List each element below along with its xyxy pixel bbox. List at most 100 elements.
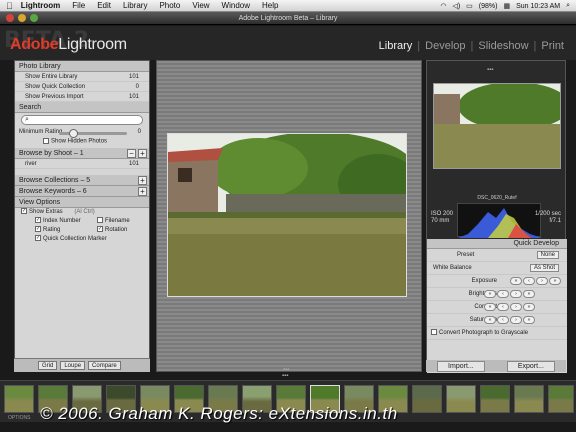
title-bar: Adobe Lightroom Beta – Library bbox=[0, 12, 576, 25]
grid-view-button[interactable]: Grid bbox=[38, 361, 58, 370]
decrease-button[interactable]: ‹ bbox=[497, 303, 509, 311]
module-develop[interactable]: Develop bbox=[425, 40, 465, 52]
filmstrip-thumb[interactable] bbox=[412, 385, 442, 413]
close-button[interactable] bbox=[6, 14, 14, 22]
menu-photo[interactable]: Photo bbox=[159, 1, 180, 10]
apple-icon[interactable]:  bbox=[6, 1, 13, 11]
module-picker: Library | Develop | Slideshow | Print bbox=[378, 40, 564, 52]
filmstrip-thumb[interactable] bbox=[480, 385, 510, 413]
decrease-large-button[interactable]: « bbox=[484, 316, 496, 324]
search-icon[interactable]: ⌕ bbox=[566, 2, 570, 10]
menu-bar:  Lightroom File Edit Library Photo View… bbox=[0, 0, 576, 12]
increase-button[interactable]: › bbox=[510, 290, 522, 298]
exif-right: 1/200 sec f/7.1 bbox=[534, 211, 561, 224]
plus-button[interactable]: + bbox=[138, 176, 147, 185]
shoot-item[interactable]: river 101 bbox=[15, 159, 149, 169]
filename-checkbox[interactable] bbox=[97, 217, 103, 224]
menu-window[interactable]: Window bbox=[222, 1, 250, 10]
rotation-checkbox[interactable]: ✓ bbox=[97, 226, 103, 233]
main-photo[interactable] bbox=[167, 133, 407, 297]
increase-large-button[interactable]: » bbox=[523, 290, 535, 298]
navigator-scale bbox=[433, 179, 561, 189]
decrease-large-button[interactable]: « bbox=[484, 303, 496, 311]
view-mode-bar: Grid Loupe Compare bbox=[14, 358, 150, 372]
filmstrip-thumb[interactable] bbox=[4, 385, 34, 413]
app-logo: AdobeLightroom bbox=[10, 36, 127, 53]
quick-develop-header[interactable]: Quick Develop bbox=[427, 239, 567, 249]
show-entire-library[interactable]: Show Entire Library 101 bbox=[15, 72, 149, 82]
volume-icon[interactable]: ◁) bbox=[452, 2, 460, 10]
histogram[interactable] bbox=[457, 203, 542, 238]
section-photo-library[interactable]: Photo Library bbox=[15, 61, 149, 72]
module-print[interactable]: Print bbox=[541, 40, 564, 52]
contrast-row: Contrast«‹›» bbox=[427, 301, 567, 314]
battery-icon[interactable]: ▭ bbox=[466, 2, 473, 10]
plus-button[interactable]: + bbox=[138, 187, 147, 196]
quick-develop-panel: Quick Develop Preset None White Balance As… bbox=[427, 239, 567, 373]
saturation-row: Saturation«‹›» bbox=[427, 314, 567, 327]
menu-app[interactable]: Lightroom bbox=[21, 1, 61, 10]
menu-library[interactable]: Library bbox=[123, 1, 147, 10]
show-extras-checkbox[interactable]: ✓ bbox=[21, 208, 27, 215]
navigator-preview[interactable] bbox=[433, 83, 561, 169]
menu-edit[interactable]: Edit bbox=[97, 1, 111, 10]
quick-collection-marker-checkbox[interactable]: ✓ bbox=[35, 235, 41, 242]
section-view-options[interactable]: View Options bbox=[15, 197, 149, 208]
increase-large-button[interactable]: » bbox=[549, 277, 561, 285]
rating-slider[interactable] bbox=[59, 129, 127, 138]
grayscale-checkbox[interactable] bbox=[431, 329, 437, 336]
section-browse-shoot[interactable]: Browse by Shoot – 1− + bbox=[15, 148, 149, 159]
panel-grip[interactable]: ▪▪▪ bbox=[282, 373, 288, 379]
increase-button[interactable]: › bbox=[536, 277, 548, 285]
show-previous-import[interactable]: Show Previous Import 101 bbox=[15, 92, 149, 102]
view-options-list: ✓ Show Extras (Al Ctrl) ✓ Index Number File… bbox=[21, 208, 130, 242]
minimum-rating-value: 0 bbox=[137, 129, 141, 135]
copyright-watermark: © 2006. Graham K. Rogers: eXtensions.in.… bbox=[40, 404, 398, 423]
wifi-icon[interactable]: ◠ bbox=[440, 2, 446, 10]
compare-view-button[interactable]: Compare bbox=[88, 361, 121, 370]
search-input[interactable]: ⌕ bbox=[21, 115, 143, 125]
clock[interactable]: Sun 10:23 AM bbox=[516, 3, 560, 10]
module-library[interactable]: Library bbox=[379, 40, 413, 52]
increase-button[interactable]: › bbox=[510, 303, 522, 311]
export-button[interactable]: Export... bbox=[506, 360, 555, 372]
section-browse-keywords[interactable]: Browse Keywords – 6 + bbox=[15, 186, 149, 197]
menu-view[interactable]: View bbox=[192, 1, 209, 10]
filmstrip-thumb[interactable] bbox=[514, 385, 544, 413]
menu-file[interactable]: File bbox=[72, 1, 85, 10]
options-label[interactable]: OPTIONS bbox=[8, 415, 31, 421]
decrease-button[interactable]: ‹ bbox=[497, 316, 509, 324]
import-button[interactable]: Import... bbox=[437, 360, 485, 372]
minus-button[interactable]: − bbox=[127, 149, 136, 158]
white-balance-select[interactable]: As Shot bbox=[529, 264, 559, 272]
show-quick-collection[interactable]: Show Quick Collection 0 bbox=[15, 82, 149, 92]
index-number-checkbox[interactable]: ✓ bbox=[35, 217, 41, 224]
loupe-view-button[interactable]: Loupe bbox=[60, 361, 86, 370]
increase-large-button[interactable]: » bbox=[523, 316, 535, 324]
section-browse-collections[interactable]: Browse Collections – 5 + bbox=[15, 175, 149, 186]
left-panel: Photo Library Show Entire Library 101 Sho… bbox=[14, 60, 150, 372]
module-slideshow[interactable]: Slideshow bbox=[478, 40, 528, 52]
brightness-row: Brightness «‹ ›» bbox=[427, 288, 567, 301]
white-balance-row: White Balance As Shot bbox=[427, 262, 567, 275]
panel-grip[interactable]: ▪▪▪ bbox=[487, 67, 493, 73]
flag-icon[interactable]: ▦ bbox=[503, 2, 510, 10]
increase-button[interactable]: › bbox=[510, 316, 522, 324]
exposure-row: Exposure «‹ ›» bbox=[427, 275, 567, 288]
filmstrip-thumb[interactable] bbox=[446, 385, 476, 413]
preset-select[interactable]: None bbox=[536, 251, 559, 259]
decrease-large-button[interactable]: « bbox=[484, 290, 496, 298]
zoom-button[interactable] bbox=[30, 14, 38, 22]
increase-large-button[interactable]: » bbox=[523, 303, 535, 311]
decrease-button[interactable]: ‹ bbox=[497, 290, 509, 298]
show-hidden-row[interactable]: Show Hidden Photos bbox=[15, 138, 149, 148]
show-hidden-checkbox[interactable] bbox=[43, 138, 49, 144]
menu-help[interactable]: Help bbox=[262, 1, 278, 10]
plus-button[interactable]: + bbox=[138, 149, 147, 158]
decrease-large-button[interactable]: « bbox=[510, 277, 522, 285]
filmstrip-thumb[interactable] bbox=[548, 385, 574, 413]
decrease-button[interactable]: ‹ bbox=[523, 277, 535, 285]
section-search[interactable]: Search bbox=[15, 102, 149, 113]
minimize-button[interactable] bbox=[18, 14, 26, 22]
rating-checkbox[interactable]: ✓ bbox=[35, 226, 41, 233]
